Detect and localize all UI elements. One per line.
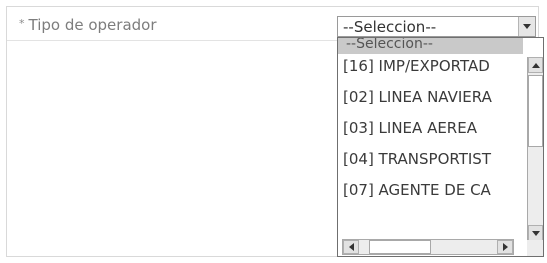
vertical-scrollbar[interactable] <box>527 57 543 241</box>
scroll-up-arrow-icon <box>531 62 540 68</box>
field-label-text: Tipo de operador <box>28 16 157 34</box>
chevron-down-icon <box>523 24 531 29</box>
option-transportista[interactable]: [04] TRANSPORTIST <box>343 150 518 168</box>
required-marker: * <box>19 16 25 30</box>
option-imp-exportad[interactable]: [16] IMP/EXPORTAD <box>343 57 518 75</box>
horizontal-scrollbar[interactable] <box>342 239 514 255</box>
select-current-value: --Seleccion-- <box>343 18 437 36</box>
scroll-right-arrow-icon <box>502 243 508 251</box>
dropdown-list[interactable]: --Seleccion-- [16] IMP/EXPORTAD [02] LIN… <box>337 37 544 257</box>
scroll-right-button[interactable] <box>497 240 513 254</box>
scroll-left-button[interactable] <box>343 240 359 254</box>
option-linea-naviera[interactable]: [02] LINEA NAVIERA <box>343 88 518 106</box>
form-panel: * Tipo de operador --Seleccion-- --Selec… <box>6 6 544 257</box>
option-seleccion[interactable]: --Seleccion-- <box>338 38 523 54</box>
scroll-left-arrow-icon <box>348 243 354 251</box>
horizontal-scroll-thumb[interactable] <box>369 240 431 254</box>
scroll-up-button[interactable] <box>528 57 543 73</box>
scroll-down-button[interactable] <box>528 225 543 241</box>
tipo-operador-select[interactable]: --Seleccion-- <box>337 16 536 37</box>
tipo-operador-row: * Tipo de operador --Seleccion-- <box>7 7 538 41</box>
field-label: * Tipo de operador <box>19 16 157 34</box>
scroll-down-arrow-icon <box>531 230 540 236</box>
option-linea-aerea[interactable]: [03] LINEA AEREA <box>343 119 518 137</box>
option-agente-de-carga[interactable]: [07] AGENTE DE CA <box>343 181 518 199</box>
select-dropdown-button[interactable] <box>518 17 535 36</box>
scrollbar-corner <box>527 240 543 256</box>
vertical-scroll-thumb[interactable] <box>528 75 543 147</box>
